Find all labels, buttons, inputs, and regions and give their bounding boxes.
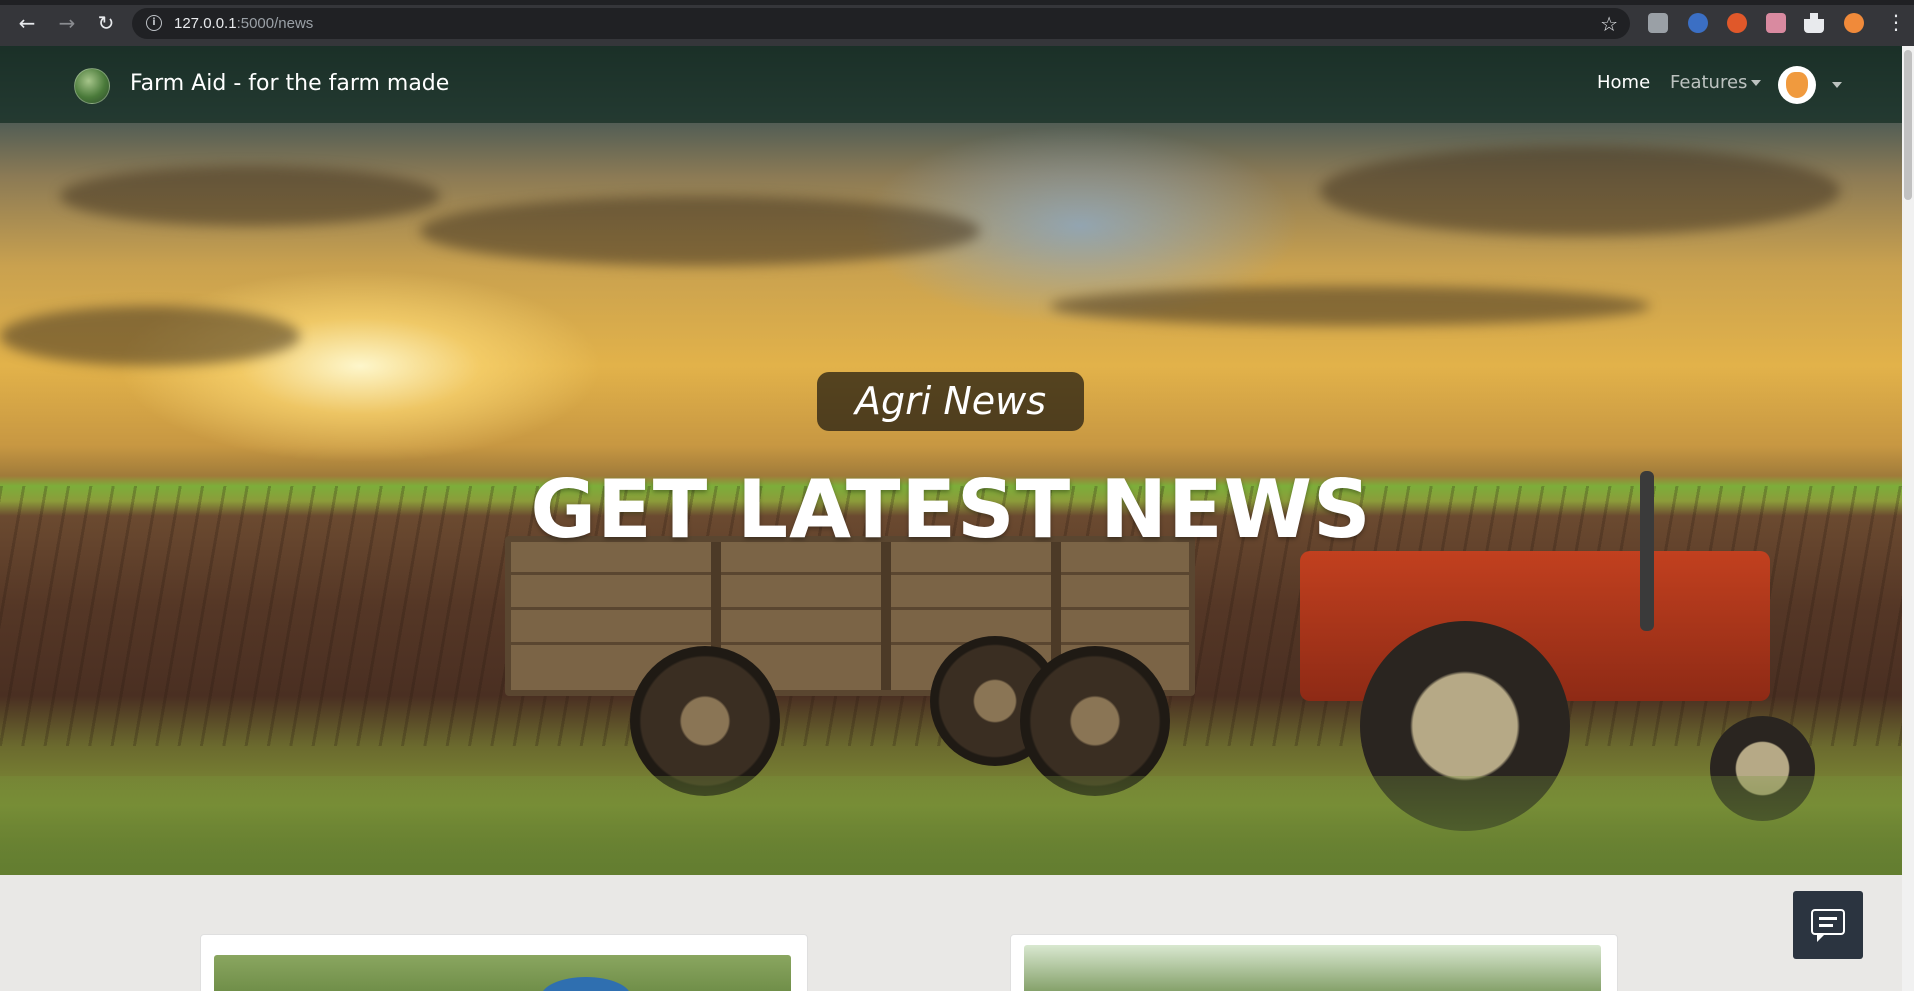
- chat-icon: [1811, 909, 1845, 942]
- news-card-image: [1024, 945, 1601, 991]
- browser-toolbar: ← → ↻ i 127.0.0.1:5000/news ☆ ⋮: [0, 0, 1914, 46]
- back-icon[interactable]: ←: [16, 12, 38, 34]
- news-card[interactable]: [200, 934, 808, 991]
- extensions-puzzle-icon[interactable]: [1804, 13, 1824, 33]
- address-bar[interactable]: i 127.0.0.1:5000/news ☆: [132, 8, 1630, 39]
- extension-icon-3[interactable]: [1727, 13, 1747, 33]
- site-info-icon[interactable]: i: [146, 15, 162, 31]
- site-navbar: Farm Aid - for the farm made Home Featur…: [0, 46, 1902, 123]
- tab-strip: [0, 0, 1914, 5]
- news-card[interactable]: [1010, 934, 1618, 991]
- chat-button[interactable]: [1793, 891, 1863, 959]
- hero-badge: Agri News: [817, 372, 1084, 431]
- profile-icon[interactable]: [1844, 13, 1864, 33]
- hero-title: GET LATEST NEWS: [530, 463, 1372, 556]
- reload-icon[interactable]: ↻: [95, 12, 117, 34]
- brand-name[interactable]: Farm Aid - for the farm made: [130, 71, 449, 96]
- page-scrollbar[interactable]: [1902, 46, 1914, 991]
- browser-menu-icon[interactable]: ⋮: [1886, 11, 1906, 33]
- scrollbar-thumb[interactable]: [1904, 50, 1912, 200]
- url-text: 127.0.0.1:5000/news: [174, 15, 314, 32]
- nav-features-label: Features: [1670, 72, 1748, 93]
- cloud-decor: [60, 166, 440, 226]
- trailer-wheel: [1020, 646, 1170, 796]
- caret-down-icon: [1751, 80, 1762, 86]
- bookmark-star-icon[interactable]: ☆: [1600, 12, 1618, 36]
- cloud-decor: [1050, 286, 1650, 326]
- nav-features-dropdown[interactable]: Features: [1670, 72, 1762, 93]
- extension-icon-2[interactable]: [1688, 13, 1708, 33]
- user-avatar[interactable]: [1778, 66, 1816, 104]
- extension-icon-1[interactable]: [1648, 13, 1668, 33]
- user-menu-caret-icon[interactable]: [1832, 82, 1842, 88]
- forward-icon[interactable]: →: [56, 12, 78, 34]
- nav-home-link[interactable]: Home: [1597, 72, 1650, 93]
- extension-icon-4[interactable]: [1766, 13, 1786, 33]
- grass-decor: [0, 776, 1902, 875]
- trailer-wheel: [630, 646, 780, 796]
- cloud-decor: [0, 306, 300, 366]
- cloud-decor: [420, 196, 980, 266]
- hero-banner: [0, 46, 1902, 875]
- brand-logo[interactable]: [74, 68, 110, 104]
- news-card-image: [214, 955, 791, 991]
- cloud-decor: [1320, 146, 1840, 236]
